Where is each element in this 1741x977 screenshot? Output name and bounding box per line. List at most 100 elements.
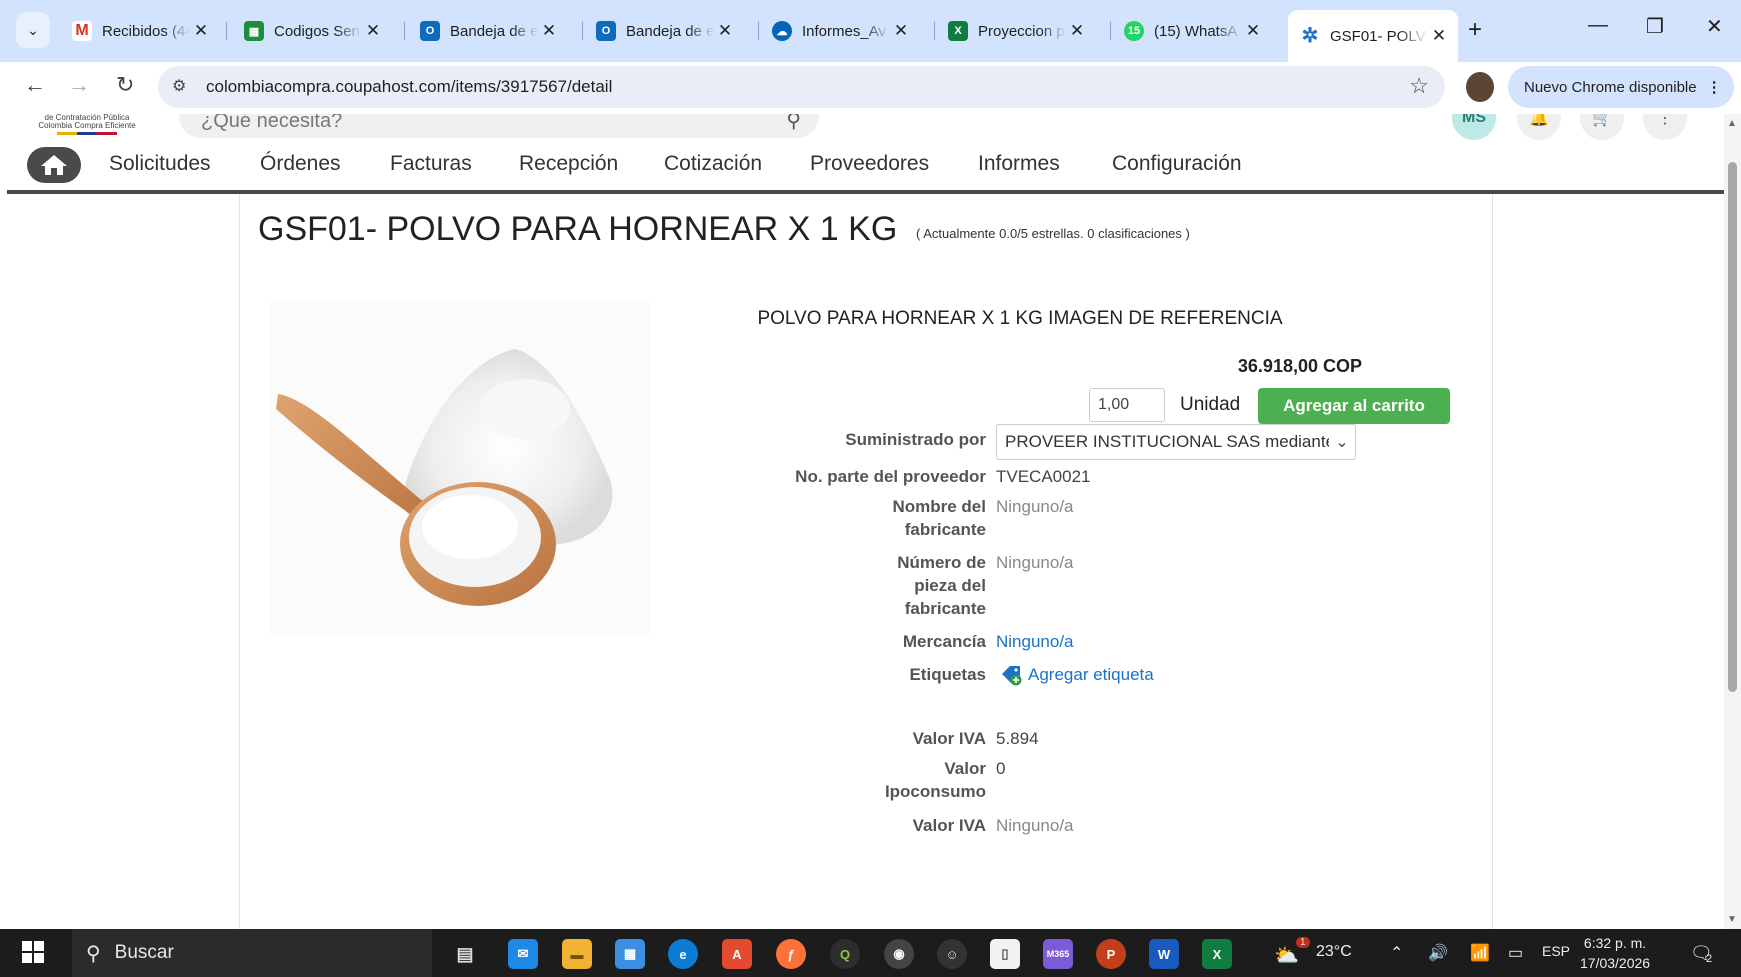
site-settings-icon[interactable]: ⚙: [172, 76, 186, 96]
edge-icon[interactable]: e: [668, 939, 698, 969]
add-to-cart-button[interactable]: Agregar al carrito: [1258, 388, 1450, 424]
qgis-icon[interactable]: Q: [830, 939, 860, 969]
unit-label: Unidad: [1180, 394, 1241, 415]
item-price: 36.918,00 COP: [1237, 356, 1362, 376]
chevron-down-icon: ⌄: [1335, 434, 1349, 451]
weather-temp[interactable]: 23°C: [1316, 943, 1352, 961]
close-tab-icon[interactable]: ✕: [890, 21, 912, 41]
profile-avatar[interactable]: [1466, 72, 1494, 102]
manufacturer-label: Nombre del fabricante: [786, 495, 986, 541]
commodity-link[interactable]: Ninguno/a: [996, 630, 1074, 653]
clock[interactable]: 6:32 p. m. 17/03/2026: [1580, 933, 1650, 973]
address-bar[interactable]: ⚙ colombiacompra.coupahost.com/items/391…: [158, 66, 1445, 108]
windows-start-icon[interactable]: [22, 941, 44, 963]
pdf-reader-icon[interactable]: A: [722, 939, 752, 969]
browser-tab[interactable]: 15 (15) WhatsA ✕: [1112, 12, 1272, 50]
scroll-thumb[interactable]: [1728, 162, 1737, 692]
tab-separator: [226, 22, 227, 40]
new-tab-plus-icon[interactable]: +: [1468, 16, 1482, 44]
firefox-icon[interactable]: ƒ: [776, 939, 806, 969]
mail-icon[interactable]: ✉: [508, 939, 538, 969]
tab-title: Informes_Av: [802, 22, 886, 40]
coupa-icon: ✲: [1301, 24, 1319, 47]
back-arrow-icon[interactable]: ←: [24, 72, 46, 98]
manufacturer-part-label-line3: fabricante: [904, 599, 986, 618]
microsoft-365-icon[interactable]: M365: [1043, 939, 1073, 969]
iva-label: Valor IVA: [912, 729, 986, 748]
excel-icon[interactable]: X: [1202, 939, 1232, 969]
restore-icon[interactable]: ❐: [1646, 14, 1664, 39]
nav-cotizacion[interactable]: Cotización: [664, 152, 762, 176]
close-tab-icon[interactable]: ✕: [1428, 26, 1450, 46]
web-page: de Contratación Pública Colombia Compra …: [7, 114, 1724, 929]
cart-icon[interactable]: 🛒: [1580, 114, 1624, 140]
search-icon[interactable]: ⚲: [786, 114, 801, 133]
url-text[interactable]: colombiacompra.coupahost.com/items/39175…: [206, 77, 612, 97]
volume-icon[interactable]: 🔊: [1428, 943, 1448, 963]
site-search-input[interactable]: ¿Qué necesita? ⚲: [179, 114, 819, 138]
gmail-icon: M: [72, 21, 92, 41]
microsoft-store-icon[interactable]: ▦: [615, 939, 645, 969]
close-tab-icon[interactable]: ✕: [1242, 21, 1264, 41]
powerpoint-icon[interactable]: P: [1096, 939, 1126, 969]
browser-tab[interactable]: O Bandeja de e ✕: [408, 12, 568, 50]
tab-title: GSF01- POLV: [1330, 27, 1426, 45]
close-tab-icon[interactable]: ✕: [190, 21, 212, 41]
close-tab-icon[interactable]: ✕: [362, 21, 384, 41]
ipoconsumo-label: Valor Ipoconsumo: [786, 757, 986, 803]
forward-arrow-icon[interactable]: →: [68, 72, 90, 98]
nav-ordenes[interactable]: Órdenes: [260, 152, 341, 176]
reload-icon[interactable]: ↻: [116, 72, 134, 98]
tab-title: Codigos Sen: [274, 22, 360, 40]
word-icon[interactable]: W: [1149, 939, 1179, 969]
nav-facturas[interactable]: Facturas: [390, 152, 472, 176]
browser-tab[interactable]: X Proyeccion p ✕: [936, 12, 1096, 50]
chevron-up-icon[interactable]: ⌃: [1390, 943, 1403, 963]
notepad-icon[interactable]: ▯: [990, 939, 1020, 969]
app-icon[interactable]: ☺: [937, 939, 967, 969]
battery-icon[interactable]: ▭: [1508, 943, 1523, 963]
item-detail-panel: GSF01- POLVO PARA HORNEAR X 1 KG ( Actua…: [239, 194, 1493, 929]
nav-configuracion[interactable]: Configuración: [1112, 152, 1242, 176]
task-view-icon[interactable]: ▤: [450, 939, 480, 969]
iva-secondary-label: Valor IVA: [912, 816, 986, 835]
manufacturer-label-line1: Nombre del: [892, 497, 986, 516]
user-avatar[interactable]: MS: [1452, 114, 1496, 140]
tab-title: Bandeja de e: [626, 22, 714, 40]
notifications-bell-icon[interactable]: 🔔: [1517, 114, 1561, 140]
close-tab-icon[interactable]: ✕: [714, 21, 736, 41]
page-scrollbar[interactable]: ▲ ▼: [1724, 114, 1741, 929]
ipoconsumo-label-line1: Valor: [944, 759, 986, 778]
scroll-down-icon[interactable]: ▼: [1727, 914, 1737, 925]
supplier-select[interactable]: PROVEER INSTITUCIONAL SAS mediante ⌄: [996, 424, 1356, 460]
nav-proveedores[interactable]: Proveedores: [810, 152, 929, 176]
bookmark-star-icon[interactable]: ☆: [1409, 73, 1429, 99]
browser-tab[interactable]: O Bandeja de e ✕: [584, 12, 744, 50]
close-tab-icon[interactable]: ✕: [1066, 21, 1088, 41]
home-button[interactable]: [27, 147, 81, 183]
browser-tab[interactable]: M Recibidos (44) ✕: [60, 12, 220, 50]
chrome-icon[interactable]: ◉: [884, 939, 914, 969]
onedrive-icon: ☁: [772, 21, 792, 41]
nav-recepcion[interactable]: Recepción: [519, 152, 618, 176]
wifi-icon[interactable]: 📶: [1470, 943, 1490, 963]
browser-tab-active[interactable]: ✲ GSF01- POLV ✕: [1288, 10, 1458, 62]
colombia-compra-logo[interactable]: de Contratación Pública Colombia Compra …: [27, 114, 147, 135]
browser-tab[interactable]: ☁ Informes_Av ✕: [760, 12, 920, 50]
add-tag-link[interactable]: Agregar etiqueta: [1000, 664, 1154, 686]
browser-tab[interactable]: ▦ Codigos Sen ✕: [232, 12, 392, 50]
close-window-icon[interactable]: ✕: [1706, 14, 1723, 39]
close-tab-icon[interactable]: ✕: [538, 21, 560, 41]
minimize-icon[interactable]: —: [1588, 14, 1608, 37]
tab-search-chevron-icon[interactable]: ⌄: [16, 12, 50, 48]
more-menu-icon[interactable]: ⋮: [1643, 114, 1687, 140]
file-explorer-icon[interactable]: ▬: [562, 939, 592, 969]
language-indicator[interactable]: ESP: [1542, 943, 1570, 959]
taskbar-search[interactable]: ⚲ Buscar: [72, 929, 432, 977]
chrome-update-button[interactable]: Nuevo Chrome disponible ⋮: [1508, 66, 1734, 108]
quantity-input[interactable]: [1089, 388, 1165, 422]
weather-icon[interactable]: ⛅: [1274, 943, 1299, 968]
scroll-up-icon[interactable]: ▲: [1727, 118, 1737, 129]
nav-solicitudes[interactable]: Solicitudes: [109, 152, 211, 176]
nav-informes[interactable]: Informes: [978, 152, 1060, 176]
